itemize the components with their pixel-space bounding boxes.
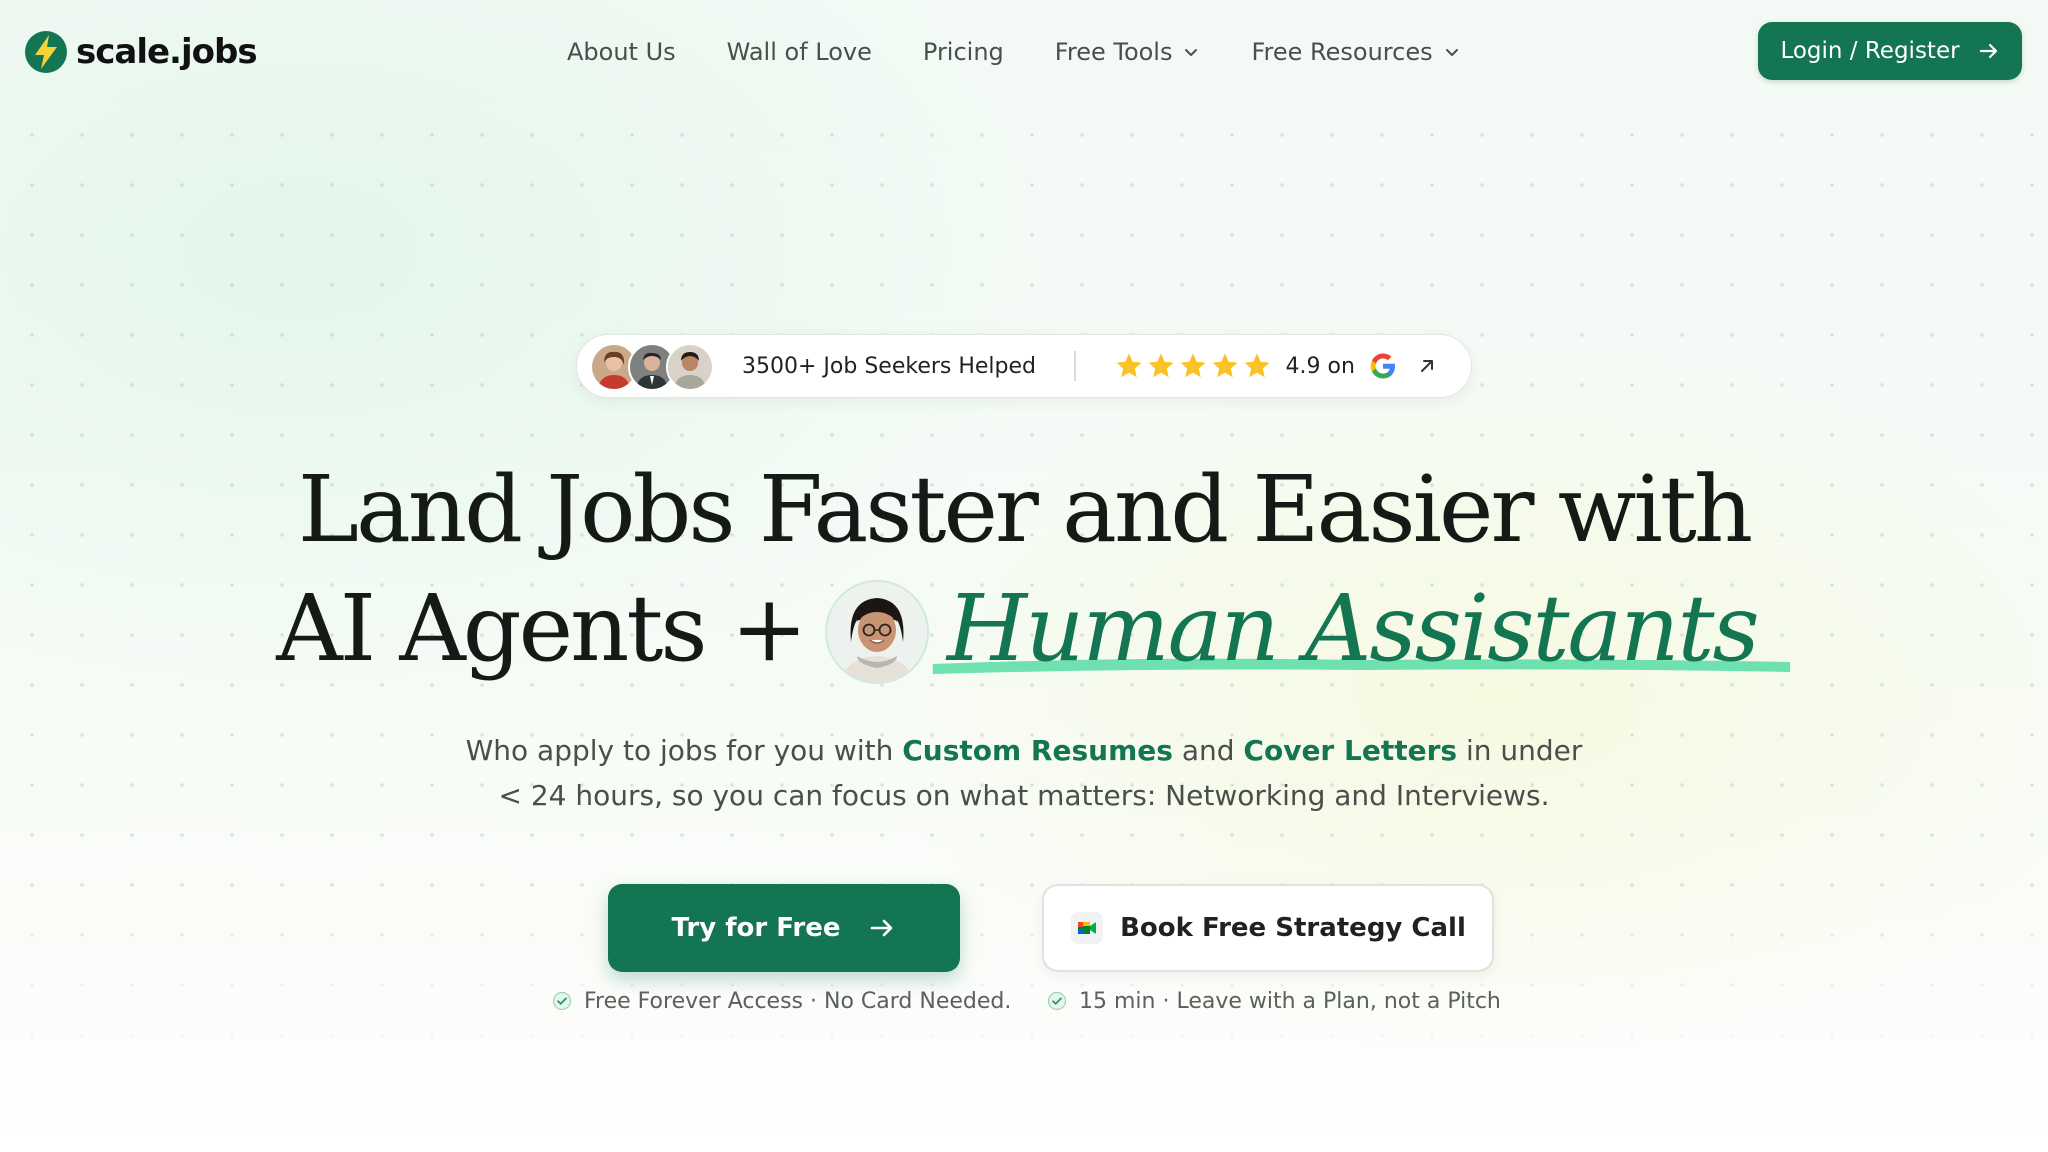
nav-wall-of-love[interactable]: Wall of Love (727, 38, 872, 66)
try-for-free-label: Try for Free (671, 913, 841, 943)
hero-subtitle: Who apply to jobs for you with Custom Re… (0, 728, 2048, 818)
nav-label: Free Tools (1054, 38, 1173, 66)
note-text: 15 min · Leave with a Plan, not a Pitch (1079, 988, 1501, 1014)
site-header: scale.jobs About Us Wall of Love Pricing… (0, 0, 2048, 104)
lightning-logo-icon (25, 31, 67, 73)
note-text: Free Forever Access · No Card Needed. (584, 988, 1012, 1014)
try-for-free-button[interactable]: Try for Free (608, 884, 960, 972)
arrow-right-icon (1979, 43, 1997, 59)
main-nav: About Us Wall of Love Pricing Free Tools… (567, 30, 1512, 74)
google-icon (1370, 353, 1395, 379)
rating-text: 4.9 on (1285, 353, 1355, 379)
nav-pricing[interactable]: Pricing (923, 38, 1004, 66)
assistant-avatar (824, 580, 929, 684)
headline-line-2: AI Agents + Human Assistants (0, 568, 2048, 688)
cover-letters-highlight: Cover Letters (1243, 734, 1458, 767)
star-rating (1114, 351, 1272, 381)
nav-label: Wall of Love (726, 38, 872, 66)
subtitle-text: Who apply to jobs for you with (465, 734, 903, 767)
nav-free-resources[interactable]: Free Resources (1251, 38, 1460, 66)
arrow-up-right-icon (1420, 360, 1433, 372)
chevron-down-icon (1445, 49, 1458, 56)
subtitle-text: and (1172, 734, 1244, 767)
custom-resumes-highlight: Custom Resumes (902, 734, 1173, 767)
subtitle-text: in under (1457, 734, 1583, 767)
book-call-label: Book Free Strategy Call (1120, 913, 1466, 943)
login-label: Login / Register (1780, 38, 1960, 64)
check-circle-icon (1047, 991, 1067, 1011)
headline-line-1: Land Jobs Faster and Easier with (297, 456, 1753, 563)
free-access-note: Free Forever Access · No Card Needed. (552, 986, 1011, 1016)
star-icon (1212, 353, 1238, 378)
call-duration-note: 15 min · Leave with a Plan, not a Pitch (1047, 986, 1501, 1016)
book-strategy-call-button[interactable]: Book Free Strategy Call (1042, 884, 1494, 972)
subtitle-line-2: < 24 hours, so you can focus on what mat… (498, 779, 1550, 812)
logo-text: scale.jobs (76, 32, 258, 72)
headline-ai-agents: AI Agents + (276, 574, 808, 682)
avatar (666, 343, 714, 391)
chevron-down-icon (1185, 49, 1198, 56)
headline-human-assistants: Human Assistants (946, 574, 1760, 682)
logo[interactable]: scale.jobs (24, 28, 258, 76)
divider (1074, 351, 1076, 381)
job-seekers-helped-text: 3500+ Job Seekers Helped (742, 353, 1037, 379)
nav-label: Pricing (922, 38, 1004, 66)
star-icon (1180, 353, 1206, 378)
star-icon (1244, 353, 1270, 378)
headline-highlight: Human Assistants (932, 574, 1790, 682)
google-meet-icon (1071, 912, 1104, 944)
nav-label: Free Resources (1251, 38, 1433, 66)
nav-about-us[interactable]: About Us (567, 38, 676, 66)
nav-free-tools[interactable]: Free Tools (1055, 38, 1201, 66)
star-icon (1148, 353, 1174, 378)
social-proof-pill[interactable]: 3500+ Job Seekers Helped 4.9 on (576, 334, 1472, 398)
star-icon (1116, 353, 1142, 378)
check-circle-icon (552, 991, 572, 1011)
arrow-right-icon (871, 919, 893, 937)
avatar-stack (590, 342, 720, 391)
login-register-button[interactable]: Login / Register (1758, 22, 2022, 80)
nav-label: About Us (567, 38, 676, 66)
